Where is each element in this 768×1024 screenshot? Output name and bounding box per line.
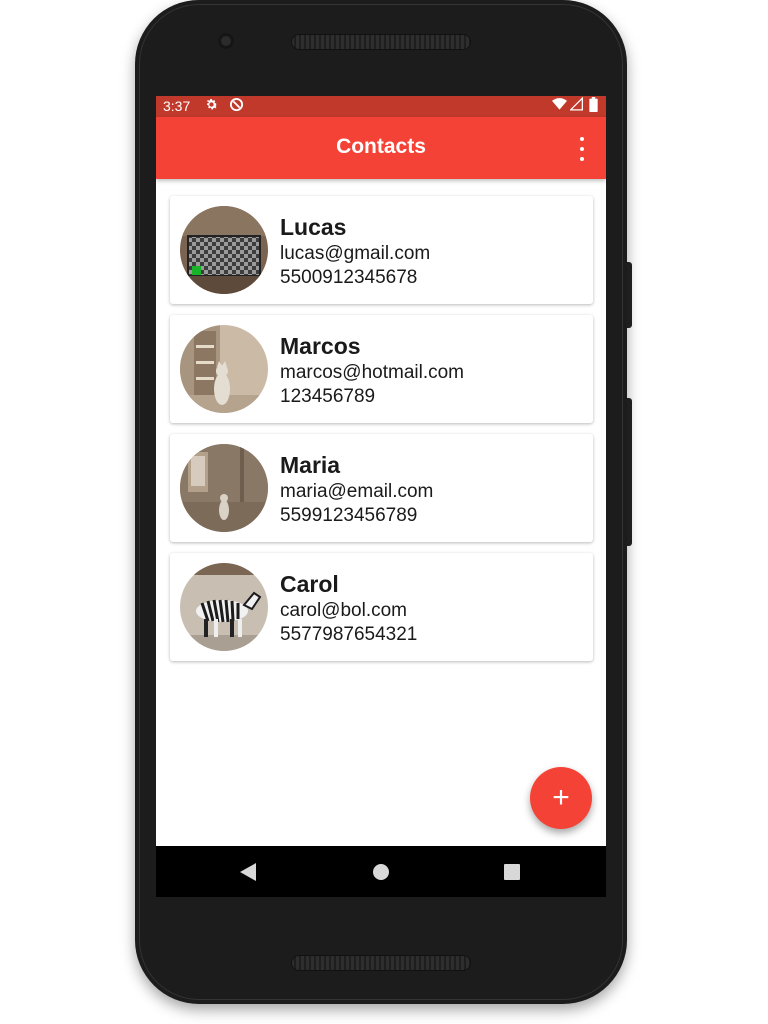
avatar [180, 206, 268, 294]
add-icon: + [552, 781, 570, 814]
contact-phone: 123456789 [280, 386, 376, 407]
app-bar: Contacts [156, 117, 606, 179]
page-title: Contacts [336, 135, 426, 158]
volume-button [627, 398, 632, 546]
signal-icon [569, 96, 583, 115]
system-nav-bar [156, 846, 606, 897]
contact-phone: 5599123456789 [280, 505, 418, 526]
wifi-icon [552, 97, 567, 115]
contact-name: Lucas [280, 214, 347, 240]
battery-icon [589, 97, 598, 116]
status-bar: 3:37 [156, 96, 606, 117]
front-camera [218, 33, 234, 49]
add-contact-button[interactable]: + [530, 767, 592, 829]
contact-phone: 5500912345678 [280, 267, 418, 288]
contact-name: Carol [280, 571, 339, 597]
contact-email: maria@email.com [280, 481, 434, 502]
bottom-speaker [291, 955, 471, 971]
contact-card-maria[interactable]: Maria maria@email.com 5599123456789 [170, 434, 593, 542]
contact-email: marcos@hotmail.com [280, 362, 464, 383]
contact-name: Maria [280, 452, 341, 478]
contact-card-carol[interactable]: Carol carol@bol.com 5577987654321 [170, 553, 593, 661]
earpiece-speaker [291, 34, 471, 50]
contact-name: Marcos [280, 333, 361, 359]
power-button [627, 262, 632, 328]
avatar [180, 325, 268, 413]
contact-card-marcos[interactable]: Marcos marcos@hotmail.com 123456789 [170, 315, 593, 423]
contact-card-lucas[interactable]: Lucas lucas@gmail.com 5500912345678 [170, 196, 593, 304]
screen: 3:37 Contacts Lucas lucas@gmail.com 5500… [156, 96, 606, 897]
settings-icon [204, 97, 219, 116]
back-icon[interactable] [218, 846, 278, 897]
sync-icon [229, 97, 244, 116]
more-vert-icon[interactable] [572, 137, 592, 161]
contact-list: Lucas lucas@gmail.com 5500912345678 Marc… [170, 196, 593, 672]
avatar [180, 563, 268, 651]
avatar [180, 444, 268, 532]
contact-email: carol@bol.com [280, 600, 407, 621]
home-icon[interactable] [351, 846, 411, 897]
contact-email: lucas@gmail.com [280, 243, 431, 264]
status-time: 3:37 [163, 98, 191, 114]
contact-phone: 5577987654321 [280, 624, 418, 645]
recents-icon[interactable] [482, 846, 542, 897]
